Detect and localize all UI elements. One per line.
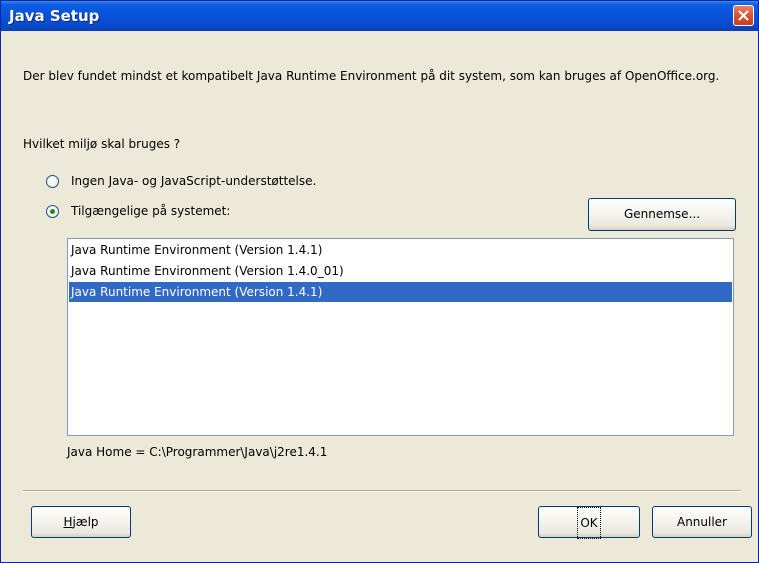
help-button-label: Hjælp [63, 515, 99, 529]
radio-available[interactable] [46, 205, 59, 218]
radio-no-java[interactable] [46, 175, 59, 188]
radio-no-java-label[interactable]: Ingen Java- og JavaScript-understøttelse… [71, 174, 316, 188]
close-button[interactable] [733, 5, 754, 26]
java-setup-dialog: Java Setup Der blev fundet mindst et kom… [0, 0, 759, 563]
browse-button[interactable]: Gennemse... [588, 198, 736, 231]
radio-available-label[interactable]: Tilgængelige på systemet: [71, 204, 230, 218]
window-title: Java Setup [9, 7, 100, 25]
question-label: Hvilket miljø skal bruges ? [23, 137, 181, 151]
browse-button-label: Gennemse... [623, 207, 701, 221]
close-icon [738, 10, 749, 21]
ok-button-label: OK [577, 507, 601, 539]
cancel-button[interactable]: Annuller [652, 506, 752, 538]
java-home-label: Java Home = C:\Programmer\Java\j2re1.4.1 [67, 445, 328, 459]
jre-list-item-selected[interactable]: Java Runtime Environment (Version 1.4.1) [69, 282, 732, 302]
title-bar[interactable]: Java Setup [1, 1, 758, 31]
help-button[interactable]: Hjælp [31, 506, 131, 538]
radio-selected-dot [50, 209, 55, 214]
cancel-button-label: Annuller [676, 515, 727, 529]
jre-list-item[interactable]: Java Runtime Environment (Version 1.4.0_… [69, 261, 732, 281]
dialog-body: Der blev fundet mindst et kompatibelt Ja… [1, 31, 758, 562]
ok-button[interactable]: OK [538, 506, 640, 539]
jre-list[interactable]: Java Runtime Environment (Version 1.4.1)… [67, 238, 734, 436]
separator [23, 490, 741, 492]
description-text: Der blev fundet mindst et kompatibelt Ja… [23, 69, 720, 83]
jre-list-item[interactable]: Java Runtime Environment (Version 1.4.1) [69, 240, 732, 260]
